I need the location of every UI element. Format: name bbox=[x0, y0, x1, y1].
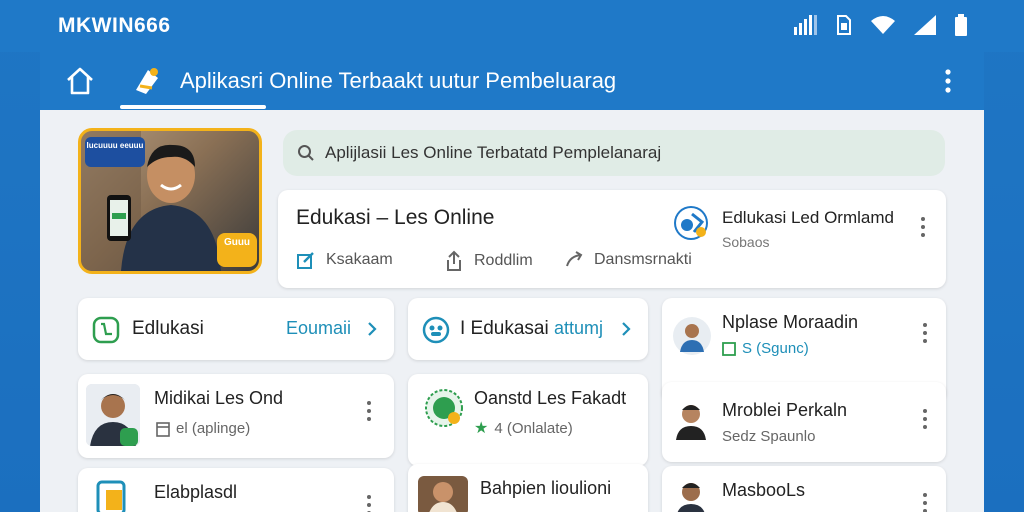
app-title: Aplikasri Online Terbaakt uutur Pembelua… bbox=[180, 68, 617, 93]
person-avatar-icon bbox=[673, 317, 711, 355]
cart-icon bbox=[92, 316, 120, 344]
item-title: Bahpien lioulioni bbox=[480, 478, 612, 498]
chip-link[interactable]: attumj bbox=[554, 318, 603, 339]
home-icon[interactable] bbox=[64, 66, 96, 96]
action-edit-label: Ksakaam bbox=[326, 251, 393, 268]
item-title: Elabplasdl bbox=[154, 482, 238, 502]
author-subtitle: Sobaos bbox=[722, 234, 770, 250]
action-link-label: Dansmsrnakti bbox=[594, 251, 692, 268]
item-subtitle: el (aplinge) bbox=[156, 420, 250, 437]
status-bar: MKWIN666 bbox=[0, 0, 1024, 52]
hero-banner[interactable]: Iucuuuu eeuuu Guuu bbox=[78, 128, 262, 274]
featured-title: Edukasi – Les Online bbox=[296, 206, 495, 229]
calendar-icon bbox=[156, 421, 170, 437]
list-item[interactable]: Midikai Les Ond el (aplinge) bbox=[78, 374, 394, 458]
item-subtitle-text: 4 (Onlalate) bbox=[494, 419, 573, 437]
chip-link[interactable]: Eoumaii bbox=[286, 318, 351, 339]
avatar bbox=[418, 476, 468, 512]
active-tab-indicator bbox=[120, 105, 266, 109]
app-logo-icon bbox=[136, 68, 158, 94]
item-title: Mroblei Perkaln bbox=[722, 400, 848, 420]
chevron-right-icon bbox=[622, 322, 631, 336]
link-icon bbox=[566, 251, 583, 267]
person-avatar-icon bbox=[677, 483, 705, 512]
course-logo-icon bbox=[425, 389, 463, 427]
avatar bbox=[86, 384, 140, 446]
featured-card[interactable]: Edukasi – Les Online Ksakaam Roddlim Dan… bbox=[278, 190, 946, 288]
more-vert-icon[interactable] bbox=[920, 322, 930, 344]
list-item[interactable]: Elabplasdl bbox=[78, 468, 394, 512]
chip-label: Edlukasi bbox=[132, 318, 204, 339]
wifi-icon bbox=[871, 16, 895, 34]
share-icon bbox=[447, 250, 461, 271]
action-edit[interactable]: Ksakaam bbox=[296, 250, 393, 270]
search-bar[interactable]: Aplijlasii Les Online Terbatatd Pemplela… bbox=[283, 130, 945, 176]
main-content: Iucuuuu eeuuu Guuu Aplijlasii Les Online… bbox=[40, 110, 984, 512]
action-link[interactable]: Dansmsrnakti bbox=[564, 250, 692, 270]
item-title: Oanstd Les Fakadt bbox=[474, 388, 627, 408]
item-subtitle: ★ 4 (Onlalate) bbox=[474, 418, 573, 438]
item-subtitle-text: el (aplinge) bbox=[176, 420, 251, 437]
search-icon bbox=[298, 145, 314, 161]
signal-icon bbox=[794, 15, 817, 35]
brand-name: MKWIN666 bbox=[58, 14, 171, 37]
action-share[interactable]: Roddlim bbox=[444, 250, 533, 272]
more-vert-icon[interactable] bbox=[364, 494, 374, 512]
list-item[interactable]: Bahpien lioulioni bbox=[408, 464, 648, 512]
item-title: Nplase Moraadin bbox=[722, 312, 859, 332]
category-chip-edukasai[interactable]: I Edukasai attumj bbox=[408, 298, 648, 360]
list-item[interactable]: Mroblei Perkaln Sedz Spaunlo bbox=[662, 382, 946, 462]
clipboard-icon bbox=[96, 480, 126, 512]
person-avatar-icon bbox=[86, 384, 140, 446]
author-avatar[interactable] bbox=[674, 206, 708, 240]
status-icons bbox=[794, 14, 968, 36]
search-input[interactable]: Aplijlasii Les Online Terbatatd Pemplela… bbox=[325, 143, 661, 163]
category-chip-edukasi[interactable]: Edlukasi Eoumaii bbox=[78, 298, 394, 360]
more-vert-icon[interactable] bbox=[918, 216, 928, 238]
more-vert-icon[interactable] bbox=[920, 492, 930, 512]
chip-label: I Edukasai bbox=[460, 318, 549, 339]
star-icon: ★ bbox=[474, 420, 489, 437]
hero-badge: Iucuuuu eeuuu bbox=[85, 137, 145, 167]
item-subtitle: S (Sgunc) bbox=[722, 340, 809, 357]
item-title: MasbooLs bbox=[722, 480, 806, 500]
hero-sticker: Guuu bbox=[217, 233, 257, 267]
battery-icon bbox=[955, 14, 967, 36]
more-vert-icon[interactable] bbox=[364, 400, 374, 422]
category-icon bbox=[422, 316, 450, 344]
more-vert-icon[interactable] bbox=[920, 408, 930, 430]
person-avatar-icon bbox=[676, 405, 706, 440]
app-bar: Aplikasri Online Terbaakt uutur Pembelua… bbox=[40, 52, 984, 110]
action-share-label: Roddlim bbox=[474, 252, 533, 269]
edit-icon bbox=[297, 252, 314, 269]
check-square-icon bbox=[722, 341, 736, 356]
person-avatar-icon bbox=[418, 476, 468, 512]
chevron-right-icon bbox=[368, 322, 377, 336]
item-title: Midikai Les Ond bbox=[154, 388, 284, 408]
author-logo-icon bbox=[676, 208, 706, 238]
sim-icon bbox=[837, 15, 851, 35]
list-item[interactable]: Oanstd Les Fakadt ★ 4 (Onlalate) bbox=[408, 374, 648, 466]
author-name: Edlukasi Led Ormlamd bbox=[722, 208, 894, 227]
item-subtitle: Sedz Spaunlo bbox=[722, 428, 816, 445]
item-subtitle-text: S (Sgunc) bbox=[742, 340, 809, 357]
more-vert-icon[interactable] bbox=[940, 66, 956, 96]
cell-signal-icon bbox=[914, 15, 936, 35]
list-item[interactable]: MasbooLs bbox=[662, 466, 946, 512]
